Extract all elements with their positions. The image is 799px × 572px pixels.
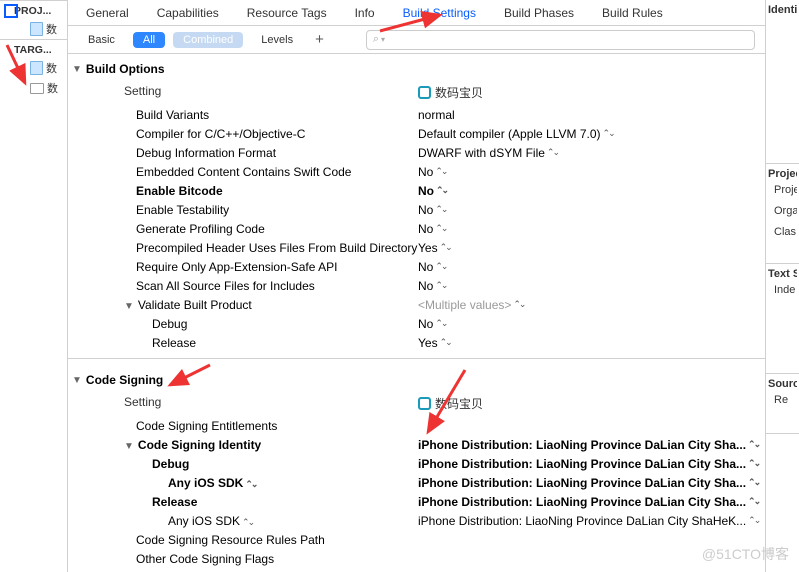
setting-row-csi-debug-sdk[interactable]: Any iOS SDK⌃⌄iPhone Distribution: LiaoNi… (68, 473, 765, 492)
settings-search-input[interactable]: ⌕ ▾ (366, 30, 755, 50)
chevron-updown-icon: ⌃⌄ (748, 515, 759, 526)
chevron-updown-icon: ⌃⌄ (748, 458, 759, 469)
tab-build-rules[interactable]: Build Rules (588, 0, 677, 25)
text-settings-header: Text Se (768, 268, 797, 280)
chevron-updown-icon: ⌃⌄ (245, 479, 256, 489)
source-control-header: Source (768, 378, 797, 390)
setting-row-validate-debug[interactable]: DebugNo⌃⌄ (68, 314, 765, 333)
project-navigator: PROJ... 数 TARG... 数 数 (0, 0, 68, 572)
filter-bar: Basic All Combined Levels + ⌕ ▾ (68, 26, 765, 54)
add-setting-button[interactable]: + (311, 31, 328, 48)
disclosure-triangle-icon: ▼ (72, 375, 82, 386)
setting-row-rules-path[interactable]: Code Signing Resource Rules Path (68, 530, 765, 549)
disclosure-triangle-icon: ▼ (124, 301, 134, 312)
setting-row-build-variants[interactable]: Build Variantsnormal (68, 105, 765, 124)
disclosure-triangle-icon: ▼ (72, 64, 82, 75)
filter-all[interactable]: All (133, 32, 165, 48)
filter-basic[interactable]: Basic (78, 32, 125, 48)
setting-row-debug-format[interactable]: Debug Information FormatDWARF with dSYM … (68, 143, 765, 162)
tab-build-phases[interactable]: Build Phases (490, 0, 588, 25)
chevron-updown-icon: ⌃⌄ (242, 517, 253, 527)
chevron-updown-icon: ⌃⌄ (603, 128, 614, 139)
setting-row-profiling[interactable]: Generate Profiling CodeNo⌃⌄ (68, 219, 765, 238)
setting-row-other-flags[interactable]: Other Code Signing Flags (68, 549, 765, 568)
target-item-folder[interactable]: 数 (0, 78, 67, 98)
filter-combined[interactable]: Combined (173, 32, 243, 48)
chevron-updown-icon: ⌃⌄ (748, 439, 759, 450)
search-icon: ⌕ (373, 33, 379, 46)
disclosure-triangle-icon: ▼ (124, 441, 134, 452)
chevron-updown-icon: ⌃⌄ (436, 185, 447, 196)
chevron-updown-icon: ⌃⌄ (513, 299, 524, 310)
organization-field[interactable]: Orga (768, 201, 797, 222)
setting-row-validate-release[interactable]: ReleaseYes⌃⌄ (68, 333, 765, 352)
setting-row-compiler[interactable]: Compiler for C/C++/Objective-CDefault co… (68, 124, 765, 143)
build-options-section[interactable]: ▼ Build Options (68, 54, 765, 80)
setting-row-app-ext-safe[interactable]: Require Only App-Extension-Safe APINo⌃⌄ (68, 257, 765, 276)
filter-levels[interactable]: Levels (251, 32, 303, 48)
column-headers: Setting 数码宝贝 (68, 391, 765, 416)
chevron-updown-icon: ⌃⌄ (435, 204, 446, 215)
chevron-updown-icon: ⌃⌄ (440, 242, 451, 253)
tab-general[interactable]: General (72, 0, 143, 25)
chevron-updown-icon: ⌃⌄ (435, 166, 446, 177)
chevron-updown-icon: ⌃⌄ (440, 337, 451, 348)
setting-row-enable-bitcode[interactable]: Enable BitcodeNo⌃⌄ (68, 181, 765, 200)
chevron-updown-icon: ⌃⌄ (547, 147, 558, 158)
chevron-updown-icon: ⌃⌄ (435, 318, 446, 329)
setting-row-scan-includes[interactable]: Scan All Source Files for IncludesNo⌃⌄ (68, 276, 765, 295)
setting-row-validate[interactable]: ▼Validate Built Product<Multiple values>… (68, 295, 765, 314)
setting-row-embedded-swift[interactable]: Embedded Content Contains Swift CodeNo⌃⌄ (68, 162, 765, 181)
target-app-icon (418, 397, 431, 410)
project-item[interactable]: 数 (0, 19, 67, 39)
project-icon[interactable] (4, 4, 18, 18)
repo-field[interactable]: Re (768, 390, 797, 411)
search-dropdown-icon: ▾ (381, 35, 385, 44)
chevron-updown-icon: ⌃⌄ (748, 496, 759, 507)
setting-row-enable-testability[interactable]: Enable TestabilityNo⌃⌄ (68, 200, 765, 219)
class-prefix-field[interactable]: Clas (768, 222, 797, 243)
project-name-field[interactable]: Proje (768, 180, 797, 201)
setting-row-csi-debug[interactable]: DebugiPhone Distribution: LiaoNing Provi… (68, 454, 765, 473)
chevron-updown-icon: ⌃⌄ (435, 223, 446, 234)
target-item-app[interactable]: 数 (0, 58, 67, 78)
setting-row-prov-profile[interactable]: Provisioning ProfileAutomatic⌃⌄ (68, 568, 765, 572)
setting-row-csi-release-sdk[interactable]: Any iOS SDK⌃⌄iPhone Distribution: LiaoNi… (68, 511, 765, 530)
targets-section: TARG... (0, 39, 67, 58)
build-settings-editor[interactable]: ▼ Build Options Setting 数码宝贝 Build Varia… (68, 54, 765, 572)
app-target-icon (30, 61, 43, 75)
divider (68, 358, 765, 359)
setting-row-entitlements[interactable]: Code Signing Entitlements (68, 416, 765, 435)
chevron-updown-icon: ⌃⌄ (435, 261, 446, 272)
setting-row-csi-release[interactable]: ReleaseiPhone Distribution: LiaoNing Pro… (68, 492, 765, 511)
inspector-panel: Identity Project Proje Orga Clas Text Se… (765, 0, 799, 572)
code-signing-section[interactable]: ▼ Code Signing (68, 365, 765, 391)
tab-resource-tags[interactable]: Resource Tags (233, 0, 341, 25)
folder-icon (30, 83, 44, 94)
target-tabs: General Capabilities Resource Tags Info … (0, 0, 799, 26)
column-headers: Setting 数码宝贝 (68, 80, 765, 105)
xcodeproj-file-icon (30, 22, 43, 36)
identity-section-header: Identity (768, 4, 797, 16)
project-doc-header: Project (768, 168, 797, 180)
chevron-updown-icon: ⌃⌄ (435, 280, 446, 291)
indent-field[interactable]: Inde (768, 280, 797, 301)
setting-row-precompiled[interactable]: Precompiled Header Uses Files From Build… (68, 238, 765, 257)
tab-info[interactable]: Info (341, 0, 389, 25)
chevron-updown-icon: ⌃⌄ (748, 477, 759, 488)
tab-capabilities[interactable]: Capabilities (143, 0, 233, 25)
setting-row-code-sign-identity[interactable]: ▼Code Signing IdentityiPhone Distributio… (68, 435, 765, 454)
target-app-icon (418, 86, 431, 99)
tab-build-settings[interactable]: Build Settings (389, 0, 490, 25)
